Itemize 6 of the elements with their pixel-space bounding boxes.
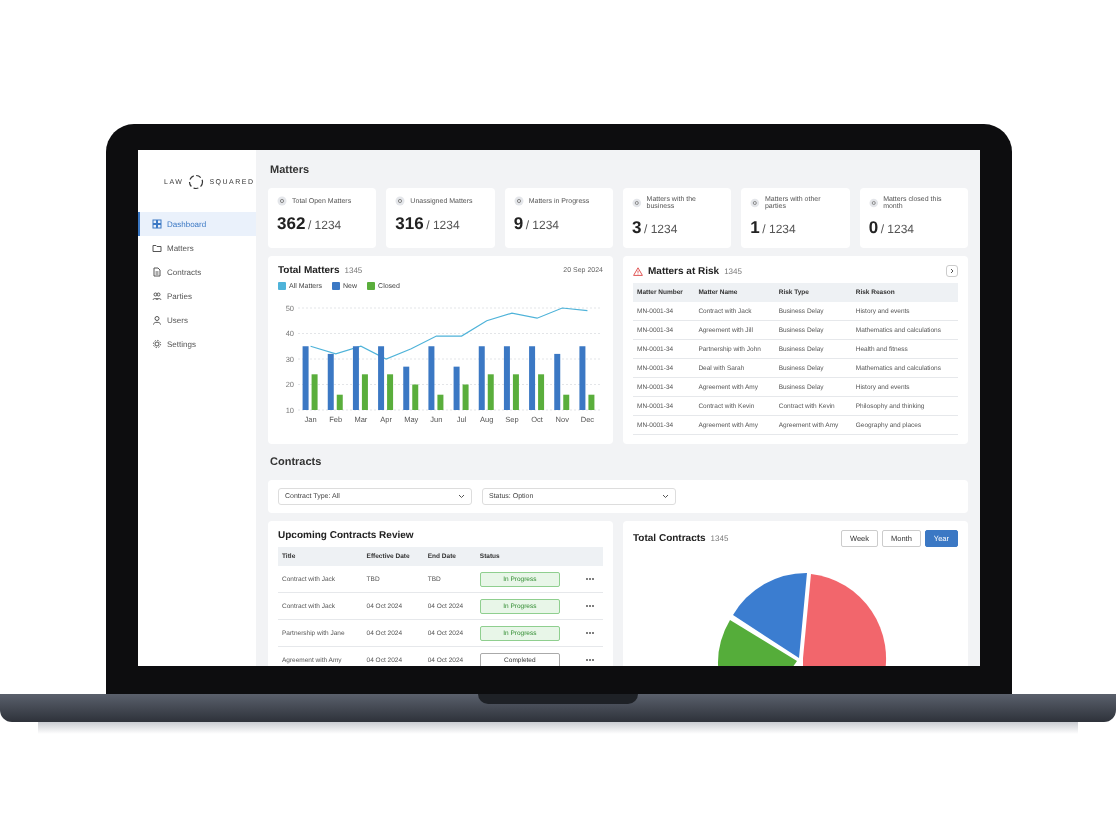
stat-value: 316: [394, 214, 423, 233]
stat-value: 9: [512, 214, 523, 233]
stat-value: 1: [749, 218, 759, 237]
stat-value: 3: [631, 218, 641, 237]
stat-value: 0: [867, 218, 878, 237]
stat-value: 362: [276, 214, 305, 233]
